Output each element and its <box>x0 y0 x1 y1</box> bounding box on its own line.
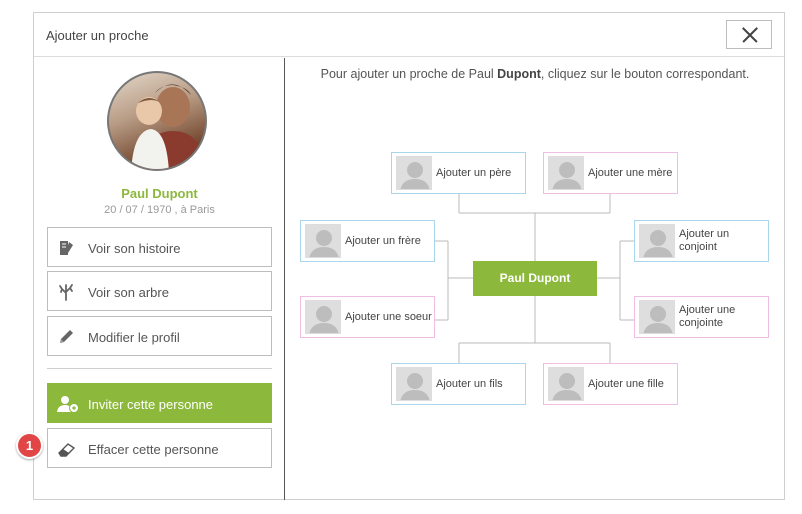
person-placeholder-icon <box>639 224 675 258</box>
person-placeholder-icon <box>548 367 584 401</box>
add-sister-label: Ajouter une soeur <box>345 310 432 323</box>
add-father-label: Ajouter un père <box>436 166 512 179</box>
add-brother-card[interactable]: Ajouter un frère <box>300 220 435 262</box>
add-mother-label: Ajouter une mère <box>588 166 673 179</box>
add-daughter-card[interactable]: Ajouter une fille <box>543 363 678 405</box>
add-daughter-label: Ajouter une fille <box>588 377 664 390</box>
add-mother-card[interactable]: Ajouter une mère <box>543 152 678 194</box>
center-person[interactable]: Paul Dupont <box>473 261 597 296</box>
add-brother-label: Ajouter un frère <box>345 234 421 247</box>
add-father-card[interactable]: Ajouter un père <box>391 152 526 194</box>
add-husband-label: Ajouter un conjoint <box>679 228 730 253</box>
person-placeholder-icon <box>305 224 341 258</box>
add-husband-card[interactable]: Ajouter un conjoint <box>634 220 769 262</box>
person-placeholder-icon <box>639 300 675 334</box>
add-wife-card[interactable]: Ajouter une conjointe <box>634 296 769 338</box>
add-sister-card[interactable]: Ajouter une soeur <box>300 296 435 338</box>
person-placeholder-icon <box>548 156 584 190</box>
add-son-label: Ajouter un fils <box>436 377 503 390</box>
person-placeholder-icon <box>396 156 432 190</box>
add-wife-label: Ajouter une conjointe <box>679 304 736 329</box>
person-placeholder-icon <box>305 300 341 334</box>
add-son-card[interactable]: Ajouter un fils <box>391 363 526 405</box>
person-placeholder-icon <box>396 367 432 401</box>
